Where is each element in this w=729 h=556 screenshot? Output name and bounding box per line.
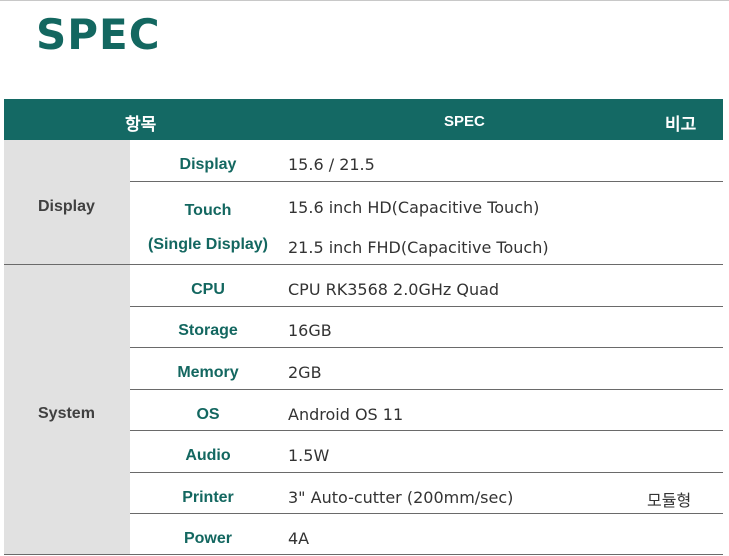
spec-label-display: Display <box>179 156 237 173</box>
group-display: Display <box>4 140 130 264</box>
spec-value-audio: 1.5W <box>288 446 330 465</box>
row-divider <box>130 430 723 431</box>
spec-label-memory: Memory <box>177 364 239 381</box>
row-divider <box>130 472 723 473</box>
group-system: System <box>4 265 130 555</box>
header-note: 비고 <box>665 115 697 135</box>
spec-value-touch-1: 15.6 inch HD(Capacitive Touch) <box>288 198 540 217</box>
spec-label-printer: Printer <box>182 489 234 506</box>
spec-value-touch-2: 21.5 inch FHD(Capacitive Touch) <box>288 238 549 257</box>
page-title: SPEC <box>36 10 161 59</box>
spec-label-audio: Audio <box>185 447 231 464</box>
row-divider <box>130 347 723 348</box>
spec-value-cpu: CPU RK3568 2.0GHz Quad <box>288 280 500 299</box>
spec-label-os: OS <box>196 406 220 423</box>
group-label: Display <box>38 198 95 215</box>
spec-value-printer: 3" Auto-cutter (200mm/sec) <box>288 488 514 507</box>
row-divider <box>130 389 723 390</box>
row-divider <box>130 181 723 182</box>
header-item: 항목 <box>125 115 157 135</box>
spec-value-display: 15.6 / 21.5 <box>288 155 375 174</box>
top-divider <box>0 0 729 1</box>
table-header: 항목 SPEC 비고 <box>4 99 723 140</box>
table-bottom-border <box>4 554 723 555</box>
spec-value-power: 4A <box>288 529 310 548</box>
spec-value-memory: 2GB <box>288 363 322 382</box>
spec-label-touch-sub: (Single Display) <box>147 236 269 253</box>
spec-value-storage: 16GB <box>288 321 332 340</box>
group-label: System <box>38 405 95 422</box>
row-divider <box>130 513 723 514</box>
spec-note-printer: 모듈형 <box>647 491 692 510</box>
spec-label-power: Power <box>183 530 232 547</box>
spec-value-os: Android OS 11 <box>288 405 404 424</box>
spec-label-storage: Storage <box>178 322 238 339</box>
row-divider <box>130 306 723 307</box>
spec-label-touch: Touch <box>184 202 232 219</box>
spec-label-cpu: CPU <box>191 281 225 298</box>
header-spec: SPEC <box>444 113 485 130</box>
